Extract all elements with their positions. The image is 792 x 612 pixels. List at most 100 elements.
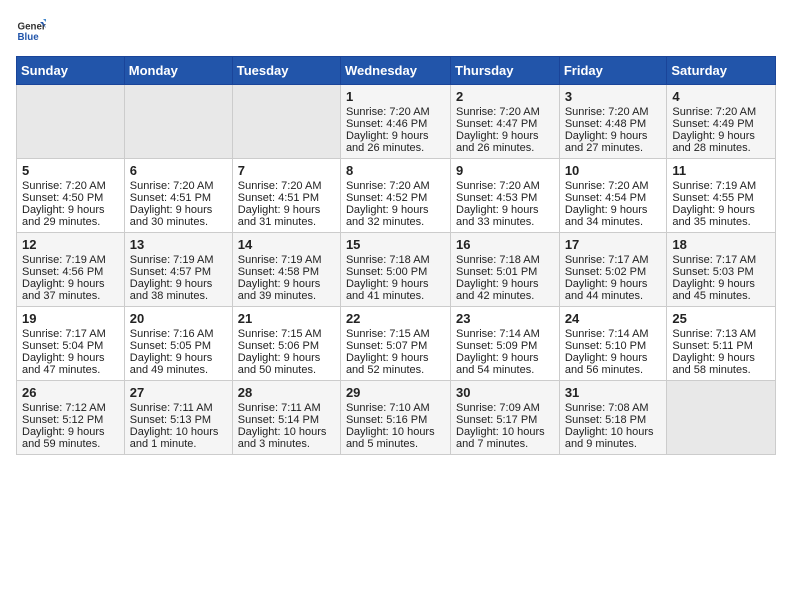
day-number: 24 [565,311,662,326]
day-header-wednesday: Wednesday [340,57,450,85]
day-info: Daylight: 9 hours and 27 minutes. [565,130,662,154]
day-info: Daylight: 9 hours and 39 minutes. [238,278,335,302]
calendar-cell: 21Sunrise: 7:15 AMSunset: 5:06 PMDayligh… [232,307,340,381]
calendar-cell: 25Sunrise: 7:13 AMSunset: 5:11 PMDayligh… [667,307,776,381]
day-info: Daylight: 10 hours and 5 minutes. [346,426,445,450]
calendar-cell: 3 Sunrise: 7:20 AMSunset: 4:48 PMDaylight… [559,85,667,159]
day-info: Sunset: 5:10 PM [565,340,662,352]
day-number: 30 [456,385,554,400]
day-info: Daylight: 9 hours and 42 minutes. [456,278,554,302]
day-number: 20 [130,311,227,326]
calendar-cell: 4Sunrise: 7:20 AMSunset: 4:49 PMDaylight… [667,85,776,159]
day-info: Sunrise: 7:19 AM [238,254,335,266]
day-info: Daylight: 9 hours and 26 minutes. [346,130,445,154]
calendar-cell: 6Sunrise: 7:20 AMSunset: 4:51 PMDaylight… [124,159,232,233]
calendar-table: SundayMondayTuesdayWednesdayThursdayFrid… [16,56,776,455]
day-info: Daylight: 10 hours and 7 minutes. [456,426,554,450]
day-header-sunday: Sunday [17,57,125,85]
calendar-cell: 22Sunrise: 7:15 AMSunset: 5:07 PMDayligh… [340,307,450,381]
day-number: 16 [456,237,554,252]
day-info: Sunset: 5:16 PM [346,414,445,426]
calendar-cell: 26Sunrise: 7:12 AMSunset: 5:12 PMDayligh… [17,381,125,455]
day-number: 27 [130,385,227,400]
day-info: Sunset: 5:17 PM [456,414,554,426]
day-info: Daylight: 10 hours and 1 minute. [130,426,227,450]
day-info: Sunrise: 7:19 AM [672,180,770,192]
day-number: 25 [672,311,770,326]
day-info: Sunrise: 7:20 AM [130,180,227,192]
day-number: 14 [238,237,335,252]
calendar-cell: 12Sunrise: 7:19 AMSunset: 4:56 PMDayligh… [17,233,125,307]
day-info: Sunrise: 7:20 AM [565,106,662,118]
day-info: Sunset: 4:51 PM [130,192,227,204]
day-number: 23 [456,311,554,326]
day-number: 26 [22,385,119,400]
day-number: 11 [672,163,770,178]
day-info: Sunrise: 7:16 AM [130,328,227,340]
week-row-3: 12Sunrise: 7:19 AMSunset: 4:56 PMDayligh… [17,233,776,307]
day-info: Daylight: 9 hours and 54 minutes. [456,352,554,376]
day-info: Sunrise: 7:12 AM [22,402,119,414]
day-info: Daylight: 9 hours and 33 minutes. [456,204,554,228]
day-info: Sunrise: 7:09 AM [456,402,554,414]
day-info: Sunrise: 7:17 AM [672,254,770,266]
day-info: Sunset: 5:01 PM [456,266,554,278]
day-info: Daylight: 9 hours and 58 minutes. [672,352,770,376]
day-header-saturday: Saturday [667,57,776,85]
day-info: Sunrise: 7:18 AM [456,254,554,266]
day-info: Daylight: 9 hours and 52 minutes. [346,352,445,376]
calendar-cell: 24Sunrise: 7:14 AMSunset: 5:10 PMDayligh… [559,307,667,381]
day-info: Daylight: 9 hours and 47 minutes. [22,352,119,376]
calendar-cell: 29Sunrise: 7:10 AMSunset: 5:16 PMDayligh… [340,381,450,455]
week-row-4: 19Sunrise: 7:17 AMSunset: 5:04 PMDayligh… [17,307,776,381]
day-info: Daylight: 9 hours and 28 minutes. [672,130,770,154]
day-info: Sunset: 5:14 PM [238,414,335,426]
day-info: Sunrise: 7:19 AM [130,254,227,266]
day-info: Sunrise: 7:17 AM [22,328,119,340]
day-info: Sunset: 4:50 PM [22,192,119,204]
day-header-monday: Monday [124,57,232,85]
day-info: Daylight: 9 hours and 50 minutes. [238,352,335,376]
day-info: Daylight: 9 hours and 38 minutes. [130,278,227,302]
day-info: Sunrise: 7:20 AM [672,106,770,118]
day-info: Sunset: 4:58 PM [238,266,335,278]
calendar-cell: 27Sunrise: 7:11 AMSunset: 5:13 PMDayligh… [124,381,232,455]
calendar-cell: 2Sunrise: 7:20 AMSunset: 4:47 PMDaylight… [451,85,560,159]
day-info: Daylight: 9 hours and 49 minutes. [130,352,227,376]
day-info: Daylight: 9 hours and 59 minutes. [22,426,119,450]
day-number: 4 [672,89,770,104]
day-number: 15 [346,237,445,252]
calendar-cell: 10Sunrise: 7:20 AMSunset: 4:54 PMDayligh… [559,159,667,233]
day-number: 3 [565,89,662,104]
day-info: Sunrise: 7:13 AM [672,328,770,340]
calendar-header: SundayMondayTuesdayWednesdayThursdayFrid… [17,57,776,85]
calendar-cell [667,381,776,455]
calendar-cell: 17Sunrise: 7:17 AMSunset: 5:02 PMDayligh… [559,233,667,307]
day-number: 6 [130,163,227,178]
day-info: Sunset: 4:46 PM [346,118,445,130]
day-info: Daylight: 9 hours and 35 minutes. [672,204,770,228]
svg-text:Blue: Blue [18,32,40,43]
day-info: Sunset: 4:57 PM [130,266,227,278]
day-info: Sunrise: 7:14 AM [565,328,662,340]
day-info: Sunrise: 7:10 AM [346,402,445,414]
day-info: Daylight: 9 hours and 45 minutes. [672,278,770,302]
calendar-cell: 16 Sunrise: 7:18 AMSunset: 5:01 PMDayligh… [451,233,560,307]
calendar-cell: 23Sunrise: 7:14 AMSunset: 5:09 PMDayligh… [451,307,560,381]
day-header-thursday: Thursday [451,57,560,85]
day-info: Daylight: 9 hours and 41 minutes. [346,278,445,302]
day-info: Sunrise: 7:20 AM [346,106,445,118]
day-info: Sunset: 4:48 PM [565,118,662,130]
day-number: 5 [22,163,119,178]
week-row-1: 1Sunrise: 7:20 AMSunset: 4:46 PMDaylight… [17,85,776,159]
day-number: 22 [346,311,445,326]
day-info: Sunrise: 7:19 AM [22,254,119,266]
day-number: 13 [130,237,227,252]
day-info: Sunset: 5:05 PM [130,340,227,352]
day-info: Sunrise: 7:08 AM [565,402,662,414]
day-info: Sunrise: 7:20 AM [238,180,335,192]
day-header-friday: Friday [559,57,667,85]
day-info: Daylight: 9 hours and 37 minutes. [22,278,119,302]
calendar-cell [124,85,232,159]
day-number: 8 [346,163,445,178]
